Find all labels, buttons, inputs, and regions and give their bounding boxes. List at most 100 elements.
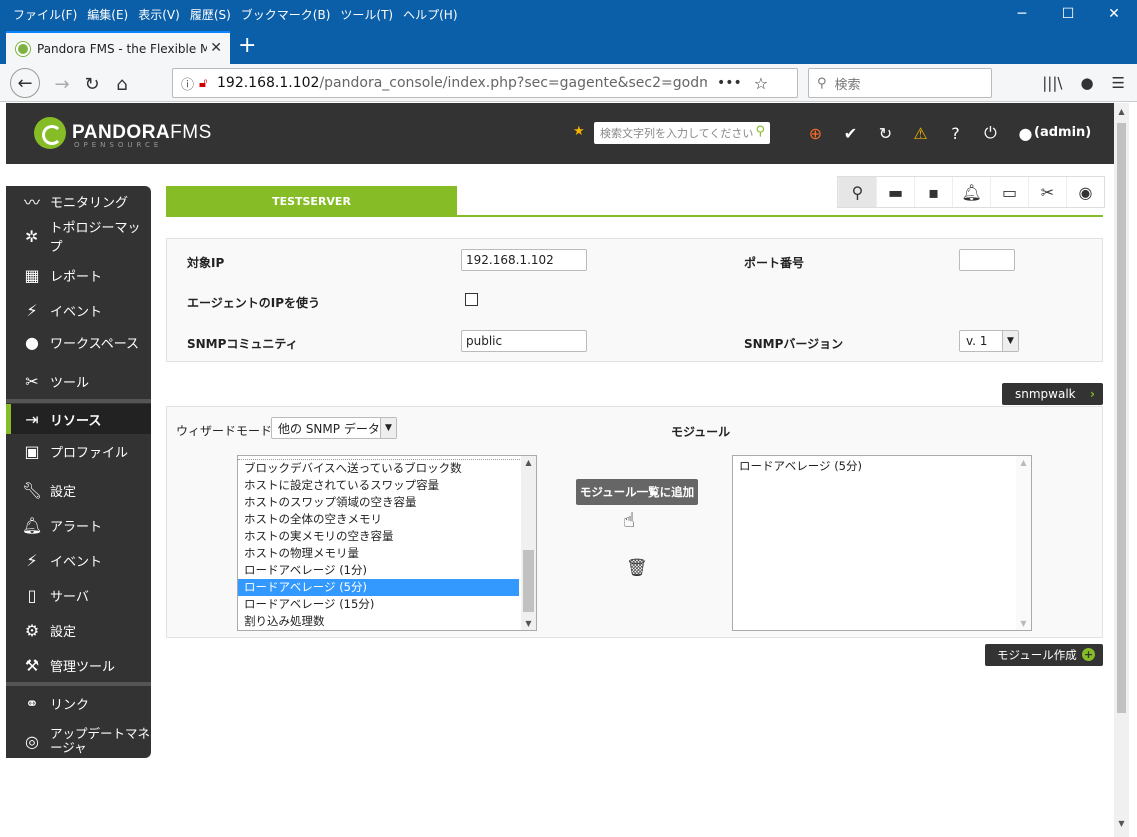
maximize-icon[interactable]: ☐ xyxy=(1045,0,1091,28)
menu-edit[interactable]: 編集(E) xyxy=(82,6,133,23)
sidebar-item-reports[interactable]: ▦ レポート xyxy=(6,260,151,290)
help-icon[interactable]: ? xyxy=(938,122,973,144)
header-search-icon[interactable]: ⚲ xyxy=(755,124,765,139)
sidebar-item-links[interactable]: ⚭ リンク xyxy=(6,688,151,718)
check-circle-icon[interactable]: ✔ xyxy=(833,122,868,144)
menu-view[interactable]: 表示(V) xyxy=(133,6,185,23)
sidebar-item-servers[interactable]: ▯ サーバ xyxy=(6,580,151,610)
add-to-module-list-button[interactable]: モジュール一覧に追加 xyxy=(576,479,698,505)
wand-icon[interactable]: ⚲ xyxy=(838,177,876,207)
list-item[interactable]: ホストのスワップ領域の空き容量 xyxy=(238,494,536,511)
scroll-thumb[interactable] xyxy=(1117,123,1126,713)
user-name[interactable]: (admin) xyxy=(1034,125,1091,140)
available-modules-list[interactable]: ブロックデバイスへ送っているブロック数 ホストに設定されているスワップ容量 ホス… xyxy=(237,455,537,631)
close-window-icon[interactable]: ✕ xyxy=(1091,0,1137,28)
sidebar-item-monitoring[interactable]: 〰モニタリング xyxy=(6,186,151,216)
favorites-star-icon[interactable]: ★ xyxy=(573,124,585,139)
list-item[interactable]: ホストの実メモリの空き容量 xyxy=(238,528,536,545)
hamburger-menu-icon[interactable]: ☰ xyxy=(1112,74,1125,92)
sidebar-item-resources[interactable]: ⇥ リソース xyxy=(6,404,151,434)
refresh-icon[interactable]: ↻ xyxy=(868,122,903,144)
pandora-logo[interactable]: PANDORAFMS OPENSOURCE xyxy=(34,117,212,149)
snmpwalk-button[interactable]: snmpwalk › xyxy=(1002,383,1103,405)
menu-history[interactable]: 履歴(S) xyxy=(185,6,236,23)
close-tab-icon[interactable]: ✕ xyxy=(210,40,222,56)
home-icon[interactable]: ⌂ xyxy=(108,70,136,98)
minimize-icon[interactable]: ─ xyxy=(999,0,1045,28)
port-input[interactable] xyxy=(959,249,1015,271)
new-tab-icon[interactable]: + xyxy=(238,33,256,58)
list-item-selected[interactable]: ロードアベレージ (5分) xyxy=(238,579,519,596)
list-item[interactable]: ロードアベレージ (1分) xyxy=(238,562,536,579)
header-search-input[interactable]: 検索文字列を入力してください ⚲ xyxy=(594,122,770,144)
eye-icon[interactable]: ◉ xyxy=(1066,177,1104,207)
scroll-down-icon[interactable]: ▼ xyxy=(521,619,536,628)
scroll-up-icon[interactable]: ▲ xyxy=(1114,107,1129,121)
snmp-community-input[interactable]: public xyxy=(461,330,587,352)
sidebar-item-label: イベント xyxy=(50,554,103,570)
wizard-mode-select[interactable]: 他の SNMP データ ▼ xyxy=(271,417,397,439)
use-agent-ip-checkbox[interactable] xyxy=(465,293,478,306)
list-item[interactable]: ロードアベレージ (15分) xyxy=(238,596,536,613)
sidebar-item-setup[interactable]: ⚙ 設定 xyxy=(6,615,151,645)
extension-icon[interactable]: ● xyxy=(1080,74,1093,92)
list-item[interactable]: 割り込み処理数 xyxy=(238,613,536,630)
sidebar-item-profiles[interactable]: ▣ プロファイル xyxy=(6,436,151,466)
reload-icon[interactable]: ↻ xyxy=(78,70,106,98)
menu-bookmarks[interactable]: ブックマーク(B) xyxy=(236,6,336,23)
scroll-up-icon[interactable]: ▲ xyxy=(1016,458,1031,467)
report-icon: ▦ xyxy=(24,265,40,285)
snmp-version-select[interactable]: v. 1 ▼ xyxy=(959,330,1019,352)
create-module-label: モジュール作成 xyxy=(997,648,1077,662)
library-icon[interactable]: |||\ xyxy=(1042,74,1062,92)
menu-help[interactable]: ヘルプ(H) xyxy=(398,6,462,23)
list-scrollbar[interactable]: ▲ ▼ xyxy=(521,456,536,630)
info-icon[interactable]: ⓘ xyxy=(181,74,199,93)
sidebar-item-events-admin[interactable]: ⚡︎ イベント xyxy=(6,545,151,575)
forward-icon[interactable]: → xyxy=(48,70,76,98)
sidebar-item-admin-tools[interactable]: ⚒ 管理ツール xyxy=(6,650,151,680)
agent-name-tab[interactable]: TESTSERVER xyxy=(166,186,457,216)
network-icon[interactable]: ▬ xyxy=(876,177,914,207)
list-item[interactable]: ホストに設定されているスワップ容量 xyxy=(238,477,536,494)
browser-tab[interactable]: Pandora FMS - the Flexible Mo ✕ xyxy=(6,31,230,64)
insecure-lock-icon[interactable]: 🔓︎ xyxy=(199,76,217,91)
trash-icon[interactable]: 🗑︎ xyxy=(626,558,648,578)
warning-icon[interactable]: ⚠ xyxy=(903,122,938,144)
menu-tools[interactable]: ツール(T) xyxy=(335,6,398,23)
sidebar-item-workspace[interactable]: ● ワークスペース xyxy=(6,327,151,357)
sidebar-item-alerts[interactable]: 🔔︎ アラート xyxy=(6,510,151,540)
sidebar-item-label: レポート xyxy=(50,269,103,285)
sidebar-item-settings[interactable]: 🔧︎ 設定 xyxy=(6,475,151,505)
use-agent-ip-label: エージェントのIPを使う xyxy=(187,296,321,310)
lifebuoy-icon[interactable]: ⊕ xyxy=(798,122,833,144)
sidebar-item-tools[interactable]: ✂ ツール xyxy=(6,366,151,396)
target-ip-input[interactable]: 192.168.1.102 xyxy=(461,249,587,271)
scroll-up-icon[interactable]: ▲ xyxy=(521,458,536,467)
shapes-icon[interactable]: ▪ xyxy=(914,177,952,207)
page-scrollbar[interactable]: ▲ ▼ xyxy=(1114,103,1129,837)
list-item[interactable]: ロードアベレージ (5分) xyxy=(733,458,1031,475)
list-item[interactable]: ホストの物理メモリ量 xyxy=(238,545,536,562)
sidebar-item-update-manager[interactable]: ◎ アップデートマネージャ xyxy=(6,724,151,758)
list-scrollbar[interactable]: ▲ ▼ xyxy=(1016,456,1031,630)
chosen-modules-list[interactable]: ロードアベレージ (5分) ▲ ▼ xyxy=(732,455,1032,631)
create-module-button[interactable]: モジュール作成 + xyxy=(985,644,1103,666)
list-item[interactable]: ホストの全体の空きメモリ xyxy=(238,511,536,528)
sidebar-item-events[interactable]: ⚡︎ イベント xyxy=(6,295,151,325)
url-bar[interactable]: ⓘ 🔓︎ 192.168.1.102/pandora_console/index… xyxy=(172,68,798,98)
scroll-down-icon[interactable]: ▼ xyxy=(1114,819,1129,833)
monitor-plus-icon[interactable]: ▭ xyxy=(990,177,1028,207)
logout-icon[interactable]: ⏻ xyxy=(973,122,1008,144)
browser-search-input[interactable]: ⚲ 検索 xyxy=(808,68,992,98)
bell-plus-icon[interactable]: 🔔︎ xyxy=(952,177,990,207)
scroll-down-icon[interactable]: ▼ xyxy=(1016,619,1031,628)
menu-file[interactable]: ファイル(F) xyxy=(8,6,82,23)
tools-icon[interactable]: ✂ xyxy=(1028,177,1066,207)
sidebar-item-topology[interactable]: ✲ トポロジーマップ xyxy=(6,221,151,255)
page-actions-icon[interactable]: ••• xyxy=(717,75,742,91)
bookmark-star-icon[interactable]: ☆ xyxy=(754,74,768,93)
back-icon[interactable]: ← xyxy=(10,68,40,98)
scroll-thumb[interactable] xyxy=(523,550,534,612)
list-item[interactable]: ブロックデバイスへ送っているブロック数 xyxy=(238,460,536,477)
